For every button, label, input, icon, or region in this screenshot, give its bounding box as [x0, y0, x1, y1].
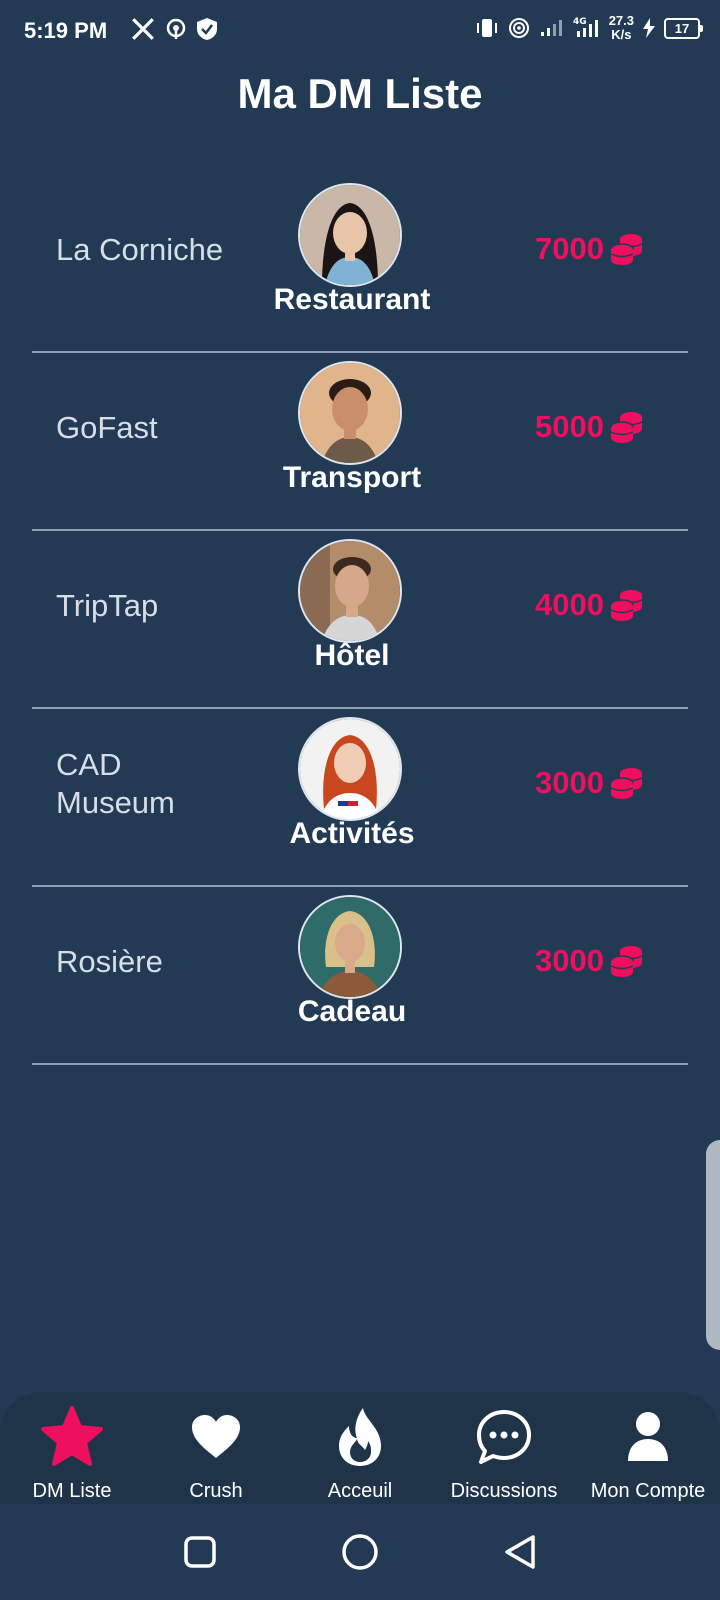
portrait-image: [300, 541, 400, 641]
svg-text:4G: 4G: [573, 17, 587, 27]
avatar[interactable]: [298, 539, 402, 643]
price-tag: 7000: [535, 231, 644, 267]
status-system-icons: 4G 27.3 K/s 17: [475, 13, 703, 42]
recents-button[interactable]: [175, 1527, 225, 1577]
price-value: 7000: [535, 231, 604, 266]
signal-4g-icon: 4G: [573, 17, 598, 37]
hotspot-icon: [166, 18, 186, 39]
avatar[interactable]: [298, 183, 402, 287]
flame-icon: [327, 1404, 393, 1470]
nav-item-crush[interactable]: Crush: [144, 1392, 288, 1504]
shield-icon: [197, 18, 217, 40]
x-app-icon: [132, 18, 154, 40]
nav-item-discussions[interactable]: Discussions: [432, 1392, 576, 1504]
nav-item-dm-liste[interactable]: DM Liste: [0, 1392, 144, 1504]
back-button[interactable]: [495, 1527, 545, 1577]
list-item[interactable]: TripTap Hôtel 4000: [32, 531, 688, 709]
dm-list: La Corniche Restaurant 7000 GoFast Trans…: [32, 175, 688, 1065]
list-item[interactable]: CAD Museum Activités 3000: [32, 709, 688, 887]
nav-label: Acceuil: [327, 1480, 393, 1502]
list-item[interactable]: La Corniche Restaurant 7000: [32, 175, 688, 353]
category-label: Transport: [282, 461, 422, 494]
nav-label: Discussions: [450, 1480, 558, 1502]
square-icon: [184, 1536, 216, 1568]
category-label: Restaurant: [273, 283, 431, 316]
portrait-image: [300, 897, 400, 997]
status-time: 5:19 PM: [24, 18, 108, 43]
coins-icon: [610, 946, 643, 977]
price-tag: 3000: [535, 765, 644, 801]
nav-label: DM Liste: [32, 1480, 112, 1502]
edge-panel-handle[interactable]: [706, 1140, 720, 1350]
price-tag: 3000: [535, 943, 644, 979]
home-button[interactable]: [335, 1527, 385, 1577]
network-speed: 27.3 K/s: [608, 13, 634, 42]
circle-icon: [342, 1534, 378, 1570]
nav-label: Crush: [189, 1480, 243, 1502]
back-triangle-icon: [505, 1535, 535, 1569]
nav-item-mon-compte[interactable]: Mon Compte: [576, 1392, 720, 1504]
avatar[interactable]: [298, 895, 402, 999]
wifi-hotspot-icon: [508, 18, 529, 38]
venue-name-text: CAD Museum: [56, 747, 175, 820]
category-label: Cadeau: [297, 995, 407, 1028]
coins-icon: [610, 768, 643, 799]
avatar[interactable]: [298, 361, 402, 465]
price-value: 5000: [535, 409, 604, 444]
portrait-image: [300, 719, 400, 819]
portrait-image: [300, 363, 400, 463]
page-title: Ma DM Liste: [237, 70, 483, 117]
category-label: Hôtel: [314, 639, 390, 672]
list-item[interactable]: Rosière Cadeau 3000: [32, 887, 688, 1065]
coins-icon: [610, 234, 643, 265]
status-bar: 5:19 PM 4G 27.3 K/s 17: [0, 0, 720, 64]
price-tag: 5000: [535, 409, 644, 445]
coins-icon: [610, 590, 643, 621]
chat-bubble-icon: [471, 1404, 537, 1470]
user-icon: [615, 1404, 681, 1470]
bottom-nav: DM Liste Crush Acceuil Discussions Mon C…: [0, 1392, 720, 1504]
signal-icon: [540, 20, 562, 36]
price-value: 3000: [535, 765, 604, 800]
coins-icon: [610, 412, 643, 443]
nav-item-acceuil[interactable]: Acceuil: [288, 1392, 432, 1504]
star-icon: [39, 1404, 105, 1470]
portrait-image: [300, 185, 400, 285]
charging-icon: [643, 18, 655, 38]
price-value: 4000: [535, 587, 604, 622]
heart-icon: [183, 1404, 249, 1470]
vibrate-icon: [476, 19, 497, 37]
status-notification-icons: [130, 16, 218, 42]
price-value: 3000: [535, 943, 604, 978]
price-tag: 4000: [535, 587, 644, 623]
list-item[interactable]: GoFast Transport 5000: [32, 353, 688, 531]
system-nav-bar: [0, 1504, 720, 1600]
nav-label: Mon Compte: [590, 1480, 706, 1502]
category-label: Activités: [289, 817, 415, 850]
avatar[interactable]: [298, 717, 402, 821]
battery-indicator: 17: [664, 17, 703, 39]
